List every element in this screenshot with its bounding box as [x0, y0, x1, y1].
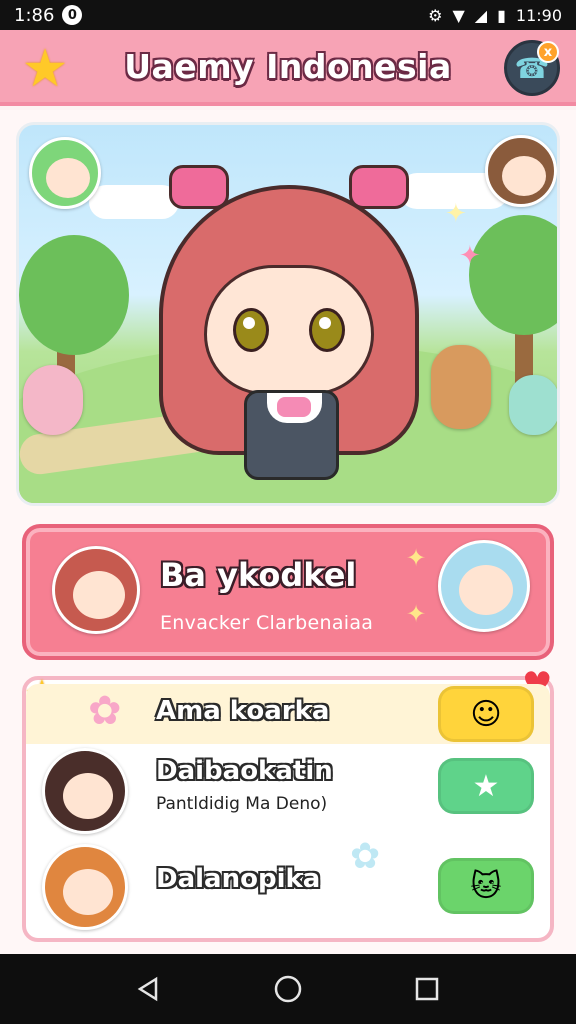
back-icon	[137, 976, 158, 1002]
star-icon: ★	[472, 768, 500, 804]
back-button[interactable]	[129, 969, 169, 1009]
feature-avatar-right	[432, 534, 536, 650]
mini-avatar-brown	[485, 135, 557, 207]
character-face	[204, 265, 374, 395]
app-header: ★ Uaemy Indonesia ☎ x	[0, 30, 576, 106]
home-button[interactable]	[268, 969, 308, 1009]
main-character	[159, 155, 419, 495]
page-title: Uaemy Indonesia	[124, 46, 452, 86]
settings-icon: ⚙	[428, 5, 443, 25]
mini-face	[63, 773, 113, 819]
mini-avatar-green	[29, 137, 101, 209]
list-item-subtitle: Pantldidig Ma Deno)	[156, 794, 328, 814]
cat-icon: 🐱	[470, 868, 502, 904]
status-bar: 1:86 0 ⚙ ▼ ◢ ▮ 11:90	[0, 0, 576, 30]
pink-bunny	[23, 365, 83, 435]
mini-face	[63, 869, 113, 915]
recents-icon	[415, 977, 438, 1001]
list-avatar	[38, 840, 134, 936]
feature-subtitle: Envacker Clarbenaiaa	[160, 612, 374, 634]
list-card: ♥ ★ ✿ Ama koarka ☺ Daibaokatin Pantldidi…	[22, 668, 554, 942]
list-item[interactable]: ✿ Dalanopika 🐱	[26, 836, 550, 930]
smiley-icon: ☺	[470, 696, 502, 732]
character-ribbon	[277, 397, 311, 417]
list-item[interactable]: ✿ Ama koarka ☺	[26, 684, 550, 744]
hair-bow-right	[349, 165, 409, 209]
status-time-right: 11:90	[515, 5, 562, 25]
flower-icon: ✿	[350, 836, 381, 877]
notification-badge: 0	[62, 5, 83, 25]
teal-creature	[509, 375, 557, 435]
recents-button[interactable]	[407, 969, 447, 1009]
mini-face	[73, 571, 125, 619]
list-item-title: Ama koarka	[156, 696, 330, 726]
smiley-button[interactable]: ☺	[438, 686, 534, 742]
feature-card[interactable]: Ba ykodkel Envacker Clarbenaiaa ✦ ✦	[22, 524, 554, 660]
lion-creature	[431, 345, 491, 429]
mini-face	[502, 156, 546, 196]
mini-face	[46, 158, 90, 198]
feature-avatar-left	[44, 540, 148, 650]
profile-badge: x	[537, 41, 559, 63]
tree	[469, 215, 557, 335]
home-icon	[274, 975, 302, 1003]
star-icon[interactable]: ★	[16, 40, 74, 98]
avatar	[438, 540, 530, 632]
profile-button[interactable]: ☎ x	[504, 40, 560, 96]
content-area: ✦ ✦ Ba ykodkel Envacker Clarbenaiaa ✦ ✦	[0, 110, 576, 954]
hero-illustration: ✦ ✦	[16, 122, 560, 506]
battery-icon: ▮	[497, 5, 506, 25]
list-item-title: Daibaokatin	[156, 756, 333, 786]
character-body	[244, 390, 339, 480]
status-right: ⚙ ▼ ◢ ▮ 11:90	[428, 6, 562, 25]
tree	[19, 235, 129, 355]
avatar	[42, 748, 128, 834]
mini-face	[459, 565, 513, 615]
star-button[interactable]: ★	[438, 758, 534, 814]
avatar	[52, 546, 140, 634]
sparkle-icon: ✦	[445, 199, 467, 229]
hair-bow-left	[169, 165, 229, 209]
sparkle-icon: ✦	[459, 241, 481, 271]
list-item[interactable]: Daibaokatin Pantldidig Ma Deno) ★	[26, 748, 550, 834]
sparkle-icon: ✦	[406, 600, 427, 628]
signal-icon: ◢	[474, 5, 488, 25]
list-item-title: Dalanopika	[156, 864, 321, 894]
status-time-left: 1:86	[14, 4, 55, 26]
list-avatar	[38, 744, 134, 840]
avatar	[42, 844, 128, 930]
character-eye-left	[233, 308, 269, 352]
cat-button[interactable]: 🐱	[438, 858, 534, 914]
flower-icon: ✿	[88, 688, 122, 734]
feature-title: Ba ykodkel	[160, 556, 357, 594]
nav-bar	[0, 954, 576, 1024]
character-eye-right	[309, 308, 345, 352]
status-left: 1:86 0	[14, 4, 83, 26]
wifi-icon: ▼	[452, 5, 465, 25]
sparkle-icon: ✦	[406, 544, 427, 572]
